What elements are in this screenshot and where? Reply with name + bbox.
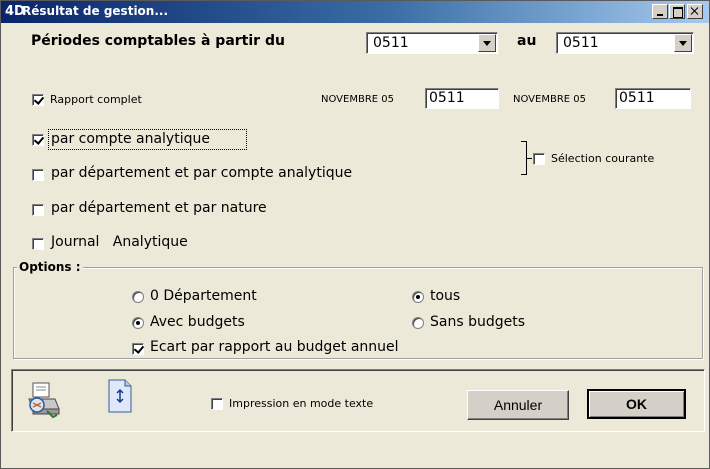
par-compte-checkbox[interactable] <box>32 134 44 146</box>
chevron-down-icon[interactable] <box>674 34 692 52</box>
sans-budgets-radio[interactable] <box>412 317 424 329</box>
par-dept-compte-label: par département et par compte analytique <box>51 165 353 181</box>
window-title: Résultat de gestion... <box>22 4 169 18</box>
avec-budgets-label: Avec budgets <box>150 314 245 330</box>
to-month-label: NOVEMBRE 05 <box>513 94 586 105</box>
par-dept-nature-checkbox[interactable] <box>32 204 44 216</box>
ok-button[interactable]: OK <box>587 389 686 419</box>
app-logo-icon: 4D <box>5 4 25 19</box>
title-bar[interactable]: 4D Résultat de gestion... <box>1 1 709 23</box>
from-date-field[interactable]: 0511 <box>425 88 499 109</box>
zero-departement-radio[interactable] <box>132 291 144 303</box>
period-to-value: 0511 <box>563 35 599 51</box>
journal-checkbox[interactable] <box>32 238 44 250</box>
avec-budgets-radio[interactable] <box>132 317 144 329</box>
to-date-field[interactable]: 0511 <box>615 88 691 109</box>
selection-courante-checkbox[interactable] <box>533 153 545 165</box>
journal-label: Journal Analytique <box>51 234 188 250</box>
period-to-select[interactable]: 0511 <box>556 32 694 54</box>
sans-budgets-label: Sans budgets <box>430 314 526 330</box>
options-group-title: Options : <box>17 260 83 274</box>
rapport-complet-label: Rapport complet <box>50 93 142 106</box>
par-dept-nature-label: par département et par nature <box>51 200 267 216</box>
minimize-button[interactable] <box>652 4 668 19</box>
printer-icon[interactable] <box>27 381 61 419</box>
to-date-value: 0511 <box>619 90 655 106</box>
par-dept-compte-checkbox[interactable] <box>32 169 44 181</box>
impression-texte-label: Impression en mode texte <box>229 397 374 410</box>
period-from-select[interactable]: 0511 <box>366 32 498 54</box>
ecart-label: Ecart par rapport au budget annuel <box>150 339 399 355</box>
selection-courante-label: Sélection courante <box>551 152 655 165</box>
period-from-value: 0511 <box>373 35 409 51</box>
from-date-value: 0511 <box>429 90 465 106</box>
par-compte-label: par compte analytique <box>51 131 210 147</box>
tous-radio[interactable] <box>412 291 424 303</box>
maximize-button[interactable] <box>669 4 685 19</box>
document-icon[interactable] <box>108 379 132 413</box>
tous-label: tous <box>430 288 461 304</box>
close-button[interactable] <box>687 4 703 19</box>
periods-label: Périodes comptables à partir du <box>31 33 285 49</box>
impression-texte-checkbox[interactable] <box>211 398 223 410</box>
chevron-down-icon[interactable] <box>478 34 496 52</box>
period-to-label: au <box>517 33 537 49</box>
dialog-window: 4D Résultat de gestion... Périodes compt… <box>0 0 710 469</box>
from-month-label: NOVEMBRE 05 <box>321 94 394 105</box>
ecart-checkbox[interactable] <box>132 343 144 355</box>
bracket-tick <box>527 158 532 159</box>
rapport-complet-checkbox[interactable] <box>32 94 44 106</box>
annuler-button[interactable]: Annuler <box>467 390 569 420</box>
zero-departement-label: 0 Département <box>150 288 257 304</box>
